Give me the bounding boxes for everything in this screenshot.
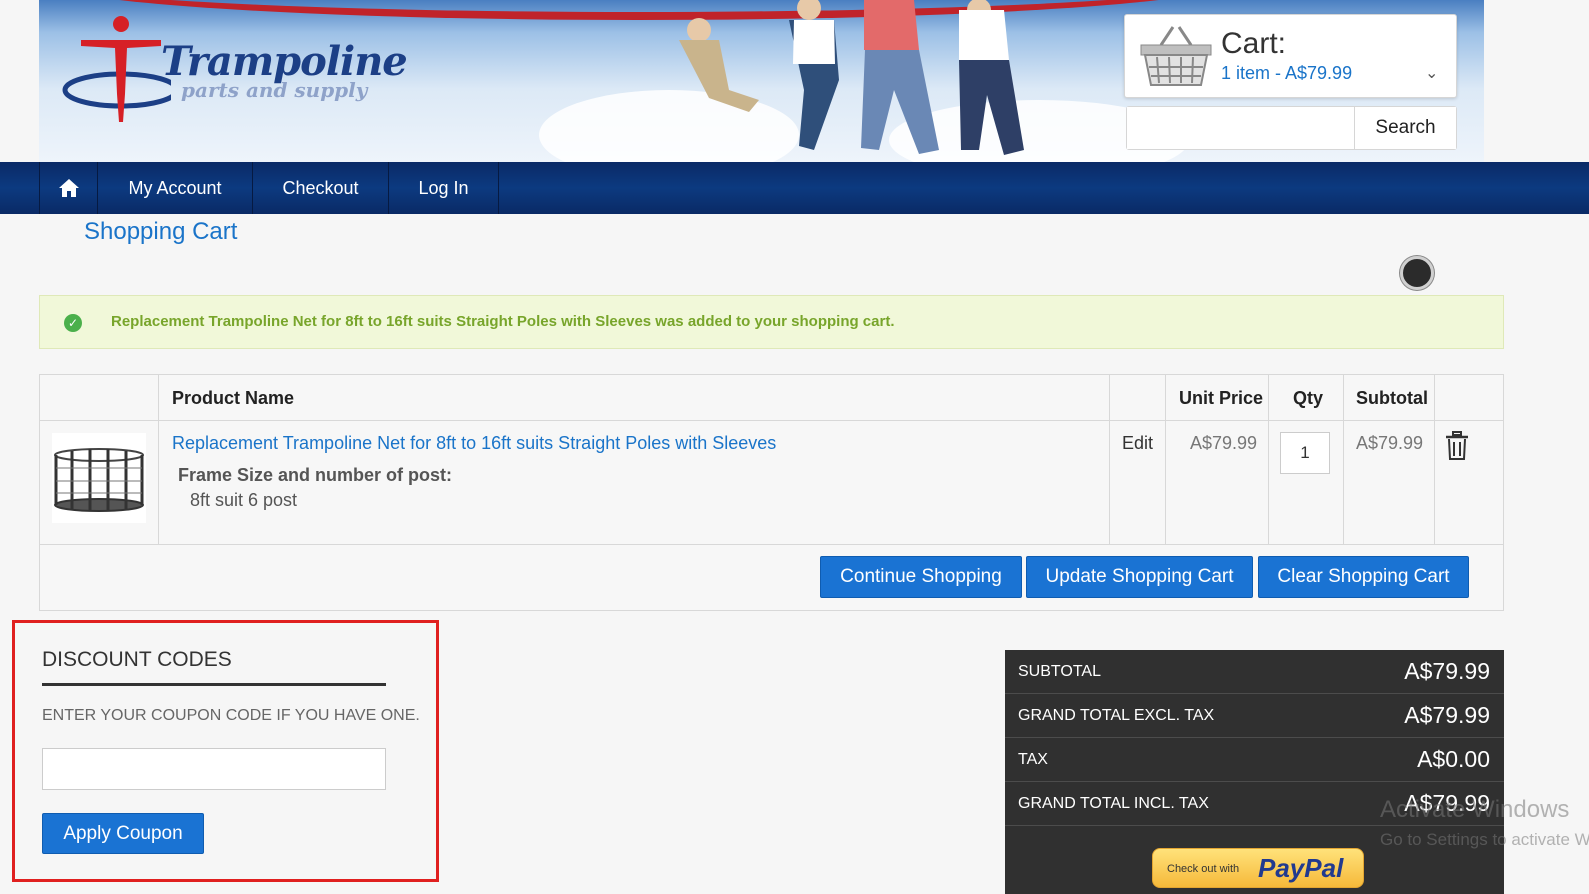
- totals-row: GRAND TOTAL EXCL. TAX A$79.99: [1005, 694, 1504, 738]
- header-subtotal: Subtotal: [1356, 388, 1428, 408]
- table-divider: [40, 544, 1503, 545]
- logo-word-parts: parts and supply: [181, 78, 368, 102]
- discount-title: DISCOUNT CODES: [42, 648, 232, 671]
- option-value: 8ft suit 6 post: [190, 490, 298, 510]
- totals-row: SUBTOTAL A$79.99: [1005, 650, 1504, 694]
- totals-row: TAX A$0.00: [1005, 738, 1504, 782]
- success-alert: ✓ Replacement Trampoline Net for 8ft to …: [39, 295, 1504, 349]
- cart-totals: SUBTOTAL A$79.99 GRAND TOTAL EXCL. TAX A…: [1005, 650, 1504, 894]
- update-cart-button[interactable]: Update Shopping Cart: [1026, 556, 1253, 598]
- search-input[interactable]: [1127, 107, 1353, 149]
- totals-value: A$79.99: [1404, 702, 1490, 728]
- discount-codes-panel: DISCOUNT CODES ENTER YOUR COUPON CODE IF…: [12, 620, 439, 882]
- paypal-logo: PayPal: [1258, 853, 1344, 883]
- discount-divider: [42, 683, 386, 686]
- totals-label: GRAND TOTAL EXCL. TAX: [1018, 707, 1215, 724]
- trampoline-net-image: [54, 448, 144, 512]
- search-bar: Search: [1126, 106, 1457, 150]
- header-unit-price: Unit Price: [1179, 388, 1264, 408]
- main-nav: My Account Checkout Log In: [0, 162, 1589, 214]
- totals-value: A$0.00: [1417, 746, 1490, 772]
- activate-windows-watermark: Activate Windows Go to Settings to activ…: [1380, 796, 1589, 850]
- col-edit: [1110, 375, 1166, 544]
- option-label: Frame Size and number of post:: [178, 465, 453, 485]
- jumping-people-image: [679, 0, 1024, 155]
- row-subtotal-value: A$79.99: [1356, 433, 1424, 453]
- coupon-code-input[interactable]: [42, 748, 386, 790]
- continue-shopping-button[interactable]: Continue Shopping: [820, 556, 1022, 598]
- trash-icon[interactable]: [1444, 431, 1470, 461]
- chevron-down-icon[interactable]: ⌄: [1425, 63, 1438, 83]
- page-title: Shopping Cart: [84, 218, 238, 245]
- paypal-small-text: Check out with: [1167, 863, 1240, 875]
- cart-table: Product Name Unit Price Qty Subtotal Rep…: [39, 374, 1504, 611]
- clear-cart-button[interactable]: Clear Shopping Cart: [1258, 556, 1469, 598]
- nav-checkout[interactable]: Checkout: [253, 162, 389, 214]
- totals-label: TAX: [1018, 751, 1048, 768]
- totals-value: A$79.99: [1404, 658, 1490, 684]
- header-qty: Qty: [1293, 388, 1324, 408]
- discount-hint: ENTER YOUR COUPON CODE IF YOU HAVE ONE.: [42, 707, 420, 724]
- shopping-basket-icon: [1140, 26, 1212, 86]
- edit-item-link[interactable]: Edit: [1122, 433, 1153, 454]
- apply-coupon-button[interactable]: Apply Coupon: [42, 813, 204, 854]
- search-button[interactable]: Search: [1354, 107, 1456, 149]
- logo-figure-icon: [62, 16, 180, 122]
- home-icon: [58, 179, 79, 197]
- unit-price-value: A$79.99: [1190, 433, 1258, 453]
- cart-summary-link[interactable]: 1 item - A$79.99: [1221, 63, 1352, 84]
- nav-home[interactable]: [39, 162, 98, 214]
- check-circle-icon: ✓: [64, 314, 82, 332]
- alert-message: Replacement Trampoline Net for 8ft to 16…: [111, 313, 895, 330]
- col-unit-price: Unit Price: [1166, 375, 1269, 544]
- totals-label: GRAND TOTAL INCL. TAX: [1018, 795, 1209, 812]
- paypal-checkout-button[interactable]: Check out with PayPal: [1152, 848, 1364, 888]
- site-logo[interactable]: Trampoline parts and supply: [61, 14, 441, 126]
- watermark-line2: Go to Settings to activate Windows.: [1380, 830, 1589, 849]
- watermark-line1: Activate Windows: [1380, 796, 1570, 823]
- col-product: Product Name: [159, 375, 1110, 544]
- quantity-input[interactable]: [1280, 432, 1330, 474]
- cart-title: Cart:: [1221, 27, 1287, 60]
- record-dot-icon[interactable]: [1400, 256, 1434, 290]
- col-subtotal: Subtotal: [1344, 375, 1435, 544]
- nav-my-account[interactable]: My Account: [98, 162, 253, 214]
- nav-log-in[interactable]: Log In: [389, 162, 499, 214]
- mini-cart[interactable]: Cart: 1 item - A$79.99 ⌄: [1124, 14, 1457, 98]
- product-thumbnail[interactable]: [52, 433, 146, 523]
- totals-label: SUBTOTAL: [1018, 663, 1101, 680]
- product-name-link[interactable]: Replacement Trampoline Net for 8ft to 16…: [172, 433, 776, 454]
- header-product-name: Product Name: [172, 388, 295, 408]
